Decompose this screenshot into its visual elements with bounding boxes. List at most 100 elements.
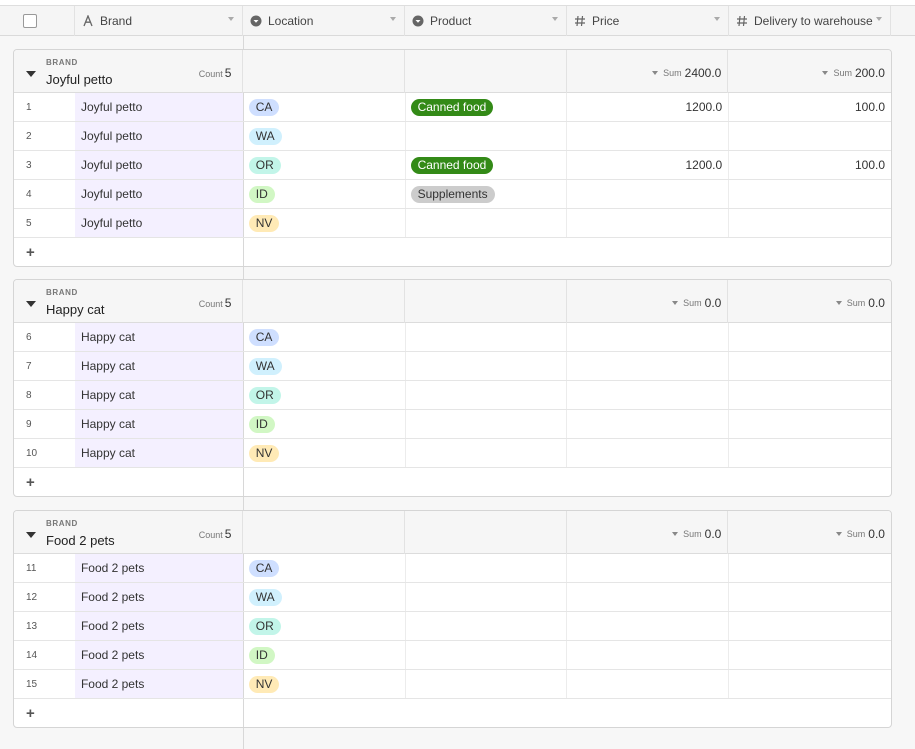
table-row[interactable]: 13 Food 2 pets OR <box>14 612 891 641</box>
table-row[interactable]: 14 Food 2 pets ID <box>14 641 891 670</box>
location-cell[interactable]: CA <box>244 554 406 582</box>
delivery-sum-summary[interactable]: Sum 0.0 <box>835 527 885 541</box>
table-row[interactable]: 7 Happy cat WA <box>14 352 891 381</box>
location-cell[interactable]: OR <box>244 612 406 640</box>
brand-cell[interactable]: Happy cat <box>74 439 244 467</box>
delivery-cell[interactable] <box>729 323 891 351</box>
product-cell[interactable] <box>406 381 568 409</box>
product-cell[interactable] <box>406 122 568 150</box>
chevron-down-icon[interactable] <box>714 16 720 21</box>
table-row[interactable]: 9 Happy cat ID <box>14 410 891 439</box>
product-cell[interactable] <box>406 641 568 669</box>
brand-cell[interactable]: Happy cat <box>74 410 244 438</box>
location-cell[interactable]: NV <box>244 670 406 698</box>
delivery-cell[interactable] <box>729 583 891 611</box>
collapse-toggle-icon[interactable] <box>26 532 36 538</box>
location-cell[interactable]: CA <box>244 93 406 121</box>
product-cell[interactable] <box>406 352 568 380</box>
table-row[interactable]: 10 Happy cat NV <box>14 439 891 468</box>
table-row[interactable]: 8 Happy cat OR <box>14 381 891 410</box>
location-cell[interactable]: WA <box>244 122 406 150</box>
delivery-cell[interactable]: 100.0 <box>729 93 891 121</box>
price-sum-summary[interactable]: Sum 2400.0 <box>652 66 721 80</box>
chevron-down-icon[interactable] <box>228 16 234 21</box>
brand-cell[interactable]: Food 2 pets <box>74 583 244 611</box>
column-header-price[interactable]: Price <box>567 5 729 36</box>
select-all-checkbox[interactable] <box>23 13 37 28</box>
delivery-cell[interactable] <box>729 670 891 698</box>
product-cell[interactable]: Canned food <box>406 93 568 121</box>
delivery-cell[interactable] <box>729 209 891 237</box>
chevron-down-icon[interactable] <box>390 16 396 21</box>
product-cell[interactable]: Canned food <box>406 151 568 179</box>
delivery-cell[interactable] <box>729 122 891 150</box>
table-row[interactable]: 15 Food 2 pets NV <box>14 670 891 699</box>
brand-cell[interactable]: Happy cat <box>74 352 244 380</box>
location-cell[interactable]: WA <box>244 583 406 611</box>
product-cell[interactable] <box>406 670 568 698</box>
price-cell[interactable] <box>567 612 730 640</box>
location-cell[interactable]: ID <box>244 180 406 208</box>
delivery-sum-summary[interactable]: Sum 0.0 <box>835 296 885 310</box>
product-cell[interactable] <box>406 410 568 438</box>
price-cell[interactable] <box>567 554 730 582</box>
product-cell[interactable] <box>406 439 568 467</box>
brand-cell[interactable]: Happy cat <box>74 381 244 409</box>
price-sum-summary[interactable]: Sum 0.0 <box>672 296 721 310</box>
delivery-cell[interactable]: 100.0 <box>729 151 891 179</box>
product-cell[interactable] <box>406 323 568 351</box>
table-row[interactable]: 4 Joyful petto ID Supplements <box>14 180 891 209</box>
collapse-toggle-icon[interactable] <box>26 301 36 307</box>
product-cell[interactable]: Supplements <box>406 180 568 208</box>
product-cell[interactable] <box>406 612 568 640</box>
location-cell[interactable]: CA <box>244 323 406 351</box>
price-sum-summary[interactable]: Sum 0.0 <box>672 527 721 541</box>
price-cell[interactable] <box>567 323 730 351</box>
delivery-cell[interactable] <box>729 410 891 438</box>
price-cell[interactable] <box>567 122 730 150</box>
price-cell[interactable] <box>567 180 730 208</box>
price-cell[interactable] <box>567 641 730 669</box>
brand-cell[interactable]: Food 2 pets <box>74 641 244 669</box>
delivery-cell[interactable] <box>729 612 891 640</box>
brand-cell[interactable]: Joyful petto <box>74 122 244 150</box>
table-row[interactable]: 5 Joyful petto NV <box>14 209 891 238</box>
price-cell[interactable] <box>567 583 730 611</box>
price-cell[interactable]: 1200.0 <box>567 151 730 179</box>
location-cell[interactable]: ID <box>244 410 406 438</box>
add-record-button[interactable]: + <box>14 238 244 266</box>
table-row[interactable]: 6 Happy cat CA <box>14 323 891 352</box>
brand-cell[interactable]: Joyful petto <box>74 151 244 179</box>
column-header-brand[interactable]: Brand <box>75 5 243 36</box>
chevron-down-icon[interactable] <box>552 16 558 21</box>
table-row[interactable]: 12 Food 2 pets WA <box>14 583 891 612</box>
delivery-cell[interactable] <box>729 641 891 669</box>
table-row[interactable]: 11 Food 2 pets CA <box>14 554 891 583</box>
price-cell[interactable] <box>567 209 730 237</box>
collapse-toggle-icon[interactable] <box>26 71 36 77</box>
column-header-location[interactable]: Location <box>243 5 405 36</box>
brand-cell[interactable]: Food 2 pets <box>74 554 244 582</box>
price-cell[interactable] <box>567 410 730 438</box>
product-cell[interactable] <box>406 583 568 611</box>
brand-cell[interactable]: Happy cat <box>74 323 244 351</box>
delivery-cell[interactable] <box>729 554 891 582</box>
table-row[interactable]: 3 Joyful petto OR Canned food 1200.0 100.0 <box>14 151 891 180</box>
brand-cell[interactable]: Joyful petto <box>74 209 244 237</box>
add-record-button[interactable]: + <box>14 699 244 727</box>
product-cell[interactable] <box>406 554 568 582</box>
table-row[interactable]: 1 Joyful petto CA Canned food 1200.0 100.0 <box>14 93 891 122</box>
price-cell[interactable] <box>567 439 730 467</box>
price-cell[interactable] <box>567 670 730 698</box>
brand-cell[interactable]: Food 2 pets <box>74 670 244 698</box>
delivery-cell[interactable] <box>729 381 891 409</box>
product-cell[interactable] <box>406 209 568 237</box>
add-record-button[interactable]: + <box>14 468 244 496</box>
brand-cell[interactable]: Joyful petto <box>74 180 244 208</box>
delivery-sum-summary[interactable]: Sum 200.0 <box>822 66 885 80</box>
table-row[interactable]: 2 Joyful petto WA <box>14 122 891 151</box>
location-cell[interactable]: WA <box>244 352 406 380</box>
brand-cell[interactable]: Food 2 pets <box>74 612 244 640</box>
location-cell[interactable]: NV <box>244 209 406 237</box>
location-cell[interactable]: NV <box>244 439 406 467</box>
